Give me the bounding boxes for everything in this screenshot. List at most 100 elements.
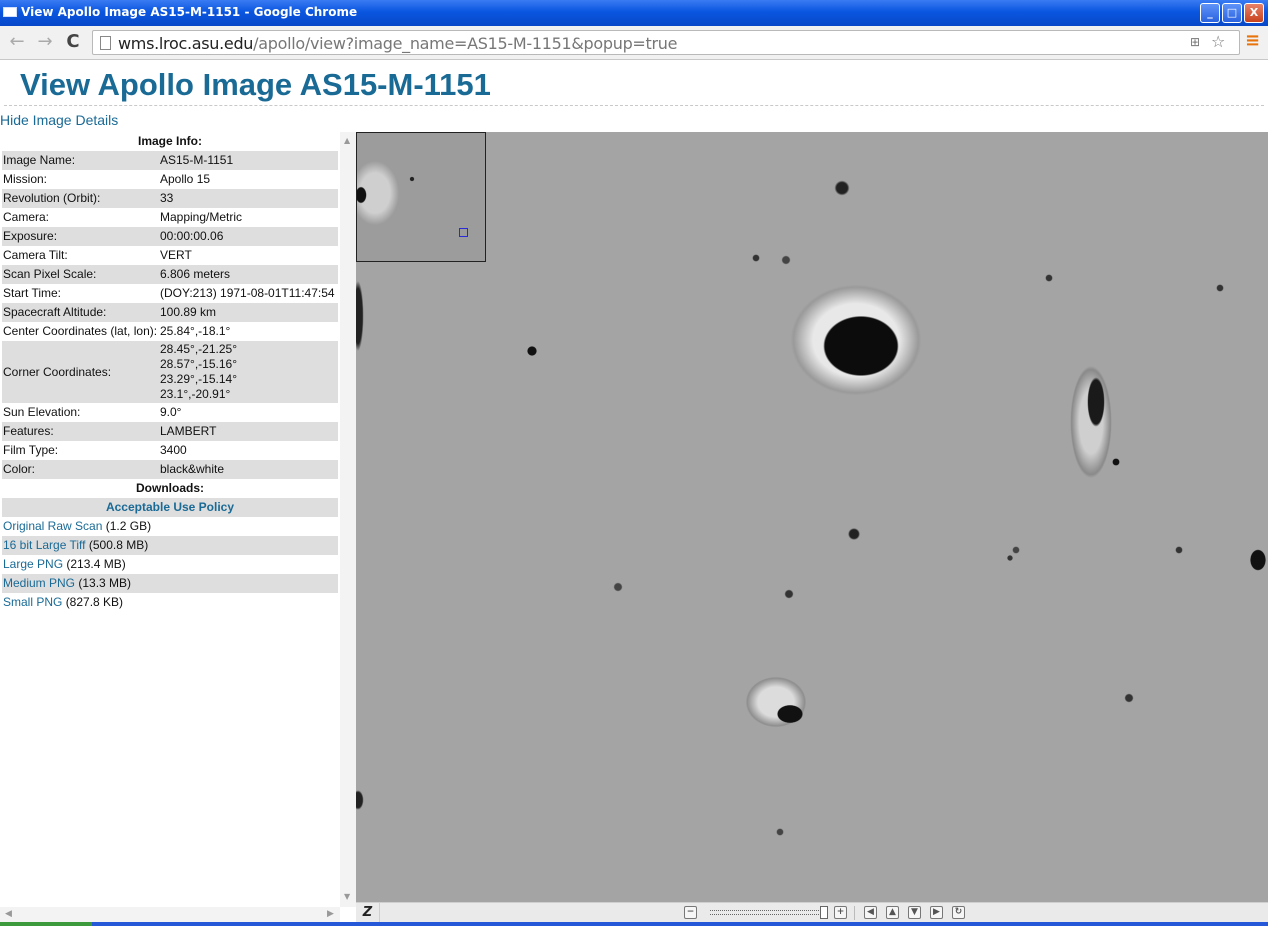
info-value: LAMBERT: [159, 422, 338, 441]
image-viewer[interactable]: [356, 132, 1268, 902]
info-label: Start Time:: [3, 286, 62, 300]
corner-coordinate: 28.45°,-21.25°: [160, 342, 237, 356]
zoom-slider-thumb[interactable]: [820, 906, 828, 919]
info-value: 3400: [160, 443, 187, 457]
table-row: Camera Tilt: VERT: [2, 246, 338, 265]
info-value: 9.0°: [160, 405, 182, 419]
corner-coordinate: 23.1°,-20.91°: [160, 387, 231, 401]
os-taskbar: [0, 922, 1268, 926]
browser-toolbar: ← → C wms.lroc.asu.edu/apollo/view?image…: [0, 26, 1268, 60]
download-link-16bit-large-tiff[interactable]: 16 bit Large Tiff: [3, 538, 86, 552]
scroll-down-arrow-icon[interactable]: ▼: [344, 892, 350, 901]
pan-right-button[interactable]: ▶: [930, 906, 943, 919]
info-value: Mapping/Metric: [160, 210, 243, 224]
download-row: Large PNG (213.4 MB): [2, 555, 338, 574]
forward-arrow-icon[interactable]: →: [34, 31, 56, 53]
minimize-button[interactable]: _: [1200, 3, 1220, 23]
info-label: Sun Elevation:: [3, 405, 81, 419]
back-arrow-icon[interactable]: ←: [6, 31, 28, 53]
overview-thumbnail[interactable]: [356, 132, 486, 262]
download-link-original-raw-scan[interactable]: Original Raw Scan: [3, 519, 102, 533]
download-link-small-png[interactable]: Small PNG: [3, 595, 62, 609]
info-label: Center Coordinates (lat, lon):: [3, 324, 158, 338]
info-value: black&white: [159, 460, 338, 479]
info-label: Camera Tilt:: [3, 248, 68, 262]
download-row: Medium PNG (13.3 MB): [2, 574, 338, 593]
download-size: (213.4 MB): [66, 557, 126, 571]
info-label: Scan Pixel Scale:: [2, 265, 159, 284]
download-size: (13.3 MB): [78, 576, 132, 590]
table-row: Film Type: 3400: [2, 441, 338, 460]
table-row: Revolution (Orbit): 33: [2, 189, 338, 208]
vertical-scrollbar[interactable]: ▲ ▼: [340, 132, 356, 907]
pan-left-button[interactable]: ◀: [864, 906, 877, 919]
image-info-header: Image Info:: [137, 134, 202, 148]
table-row: Corner Coordinates: 28.45°,-21.25° 28.57…: [2, 341, 338, 403]
start-button[interactable]: [0, 922, 92, 926]
window-titlebar: View Apollo Image AS15-M-1151 - Google C…: [0, 0, 1268, 26]
info-value: 33: [159, 189, 338, 208]
download-link-large-png[interactable]: Large PNG: [3, 557, 63, 571]
maximize-button[interactable]: □: [1222, 3, 1242, 23]
info-value: 100.89 km: [159, 303, 338, 322]
info-value: VERT: [160, 248, 192, 262]
scroll-up-arrow-icon[interactable]: ▲: [344, 136, 350, 145]
info-value: 25.84°,-18.1°: [160, 324, 231, 338]
info-value: Apollo 15: [160, 172, 211, 186]
pan-up-button[interactable]: ▲: [886, 906, 899, 919]
table-row: Spacecraft Altitude: 100.89 km: [2, 303, 338, 322]
zoomify-logo-icon[interactable]: Z: [356, 903, 380, 922]
download-row: Small PNG (827.8 KB): [2, 593, 338, 612]
download-row: 16 bit Large Tiff (500.8 MB): [2, 536, 338, 555]
zoom-slider-track[interactable]: [710, 910, 825, 915]
page-title: View Apollo Image AS15-M-1151: [20, 67, 491, 102]
address-bar[interactable]: wms.lroc.asu.edu/apollo/view?image_name=…: [92, 30, 1240, 55]
close-button[interactable]: X: [1244, 3, 1264, 23]
download-link-medium-png[interactable]: Medium PNG: [3, 576, 75, 590]
download-size: (500.8 MB): [88, 538, 149, 552]
window-title: View Apollo Image AS15-M-1151 - Google C…: [21, 5, 358, 19]
info-value: AS15-M-1151: [159, 151, 338, 170]
bookmark-star-icon[interactable]: ☆: [1211, 32, 1225, 51]
info-value: (DOY:213) 1971-08-01T11:47:54: [160, 286, 335, 300]
download-row: Original Raw Scan (1.2 GB): [2, 517, 338, 536]
table-row: Color: black&white: [2, 460, 338, 479]
image-info-table: Image Info: Image Name: AS15-M-1151 Missi…: [2, 132, 338, 612]
pan-down-button[interactable]: ▼: [908, 906, 921, 919]
acceptable-use-policy-link[interactable]: Acceptable Use Policy: [106, 500, 234, 514]
viewer-control-bar: Z − + ◀ ▲ ▼ ▶ ↻: [356, 902, 1268, 922]
info-label: Mission:: [3, 172, 48, 186]
info-value: 6.806 meters: [159, 265, 338, 284]
info-label: Color:: [2, 460, 159, 479]
info-label: Exposure:: [2, 227, 159, 246]
toolbar-separator: [854, 906, 855, 920]
page-icon: [100, 36, 111, 50]
table-row: Exposure: 00:00:00.06: [2, 227, 338, 246]
table-row: Sun Elevation: 9.0°: [2, 403, 338, 422]
corner-coordinate: 23.29°,-15.14°: [160, 372, 237, 386]
table-row: Camera: Mapping/Metric: [2, 208, 338, 227]
download-size: (827.8 KB): [65, 595, 124, 609]
table-row: Center Coordinates (lat, lon): 25.84°,-18…: [2, 322, 338, 341]
table-row: Scan Pixel Scale: 6.806 meters: [2, 265, 338, 284]
horizontal-scrollbar[interactable]: ◀ ▶: [0, 907, 340, 922]
translate-icon[interactable]: ⊞: [1190, 35, 1200, 49]
zoom-out-button[interactable]: −: [684, 906, 697, 919]
corner-coordinate: 28.57°,-15.16°: [160, 357, 237, 371]
info-label: Image Name:: [2, 151, 159, 170]
scroll-right-arrow-icon[interactable]: ▶: [327, 909, 334, 919]
chrome-menu-icon[interactable]: ≡: [1245, 30, 1260, 51]
info-label: Features:: [2, 422, 159, 441]
download-size: (1.2 GB): [105, 519, 152, 533]
hide-image-details-link[interactable]: Hide Image Details: [0, 112, 118, 128]
overview-viewport-box[interactable]: [459, 228, 468, 237]
zoom-in-button[interactable]: +: [834, 906, 847, 919]
info-label: Revolution (Orbit):: [2, 189, 159, 208]
reload-icon[interactable]: C: [62, 31, 84, 53]
info-value: 00:00:00.06: [159, 227, 338, 246]
url-text[interactable]: wms.lroc.asu.edu/apollo/view?image_name=…: [118, 34, 677, 53]
info-label: Spacecraft Altitude:: [2, 303, 159, 322]
table-row: Start Time: (DOY:213) 1971-08-01T11:47:54: [2, 284, 338, 303]
scroll-left-arrow-icon[interactable]: ◀: [5, 909, 12, 919]
reset-view-button[interactable]: ↻: [952, 906, 965, 919]
